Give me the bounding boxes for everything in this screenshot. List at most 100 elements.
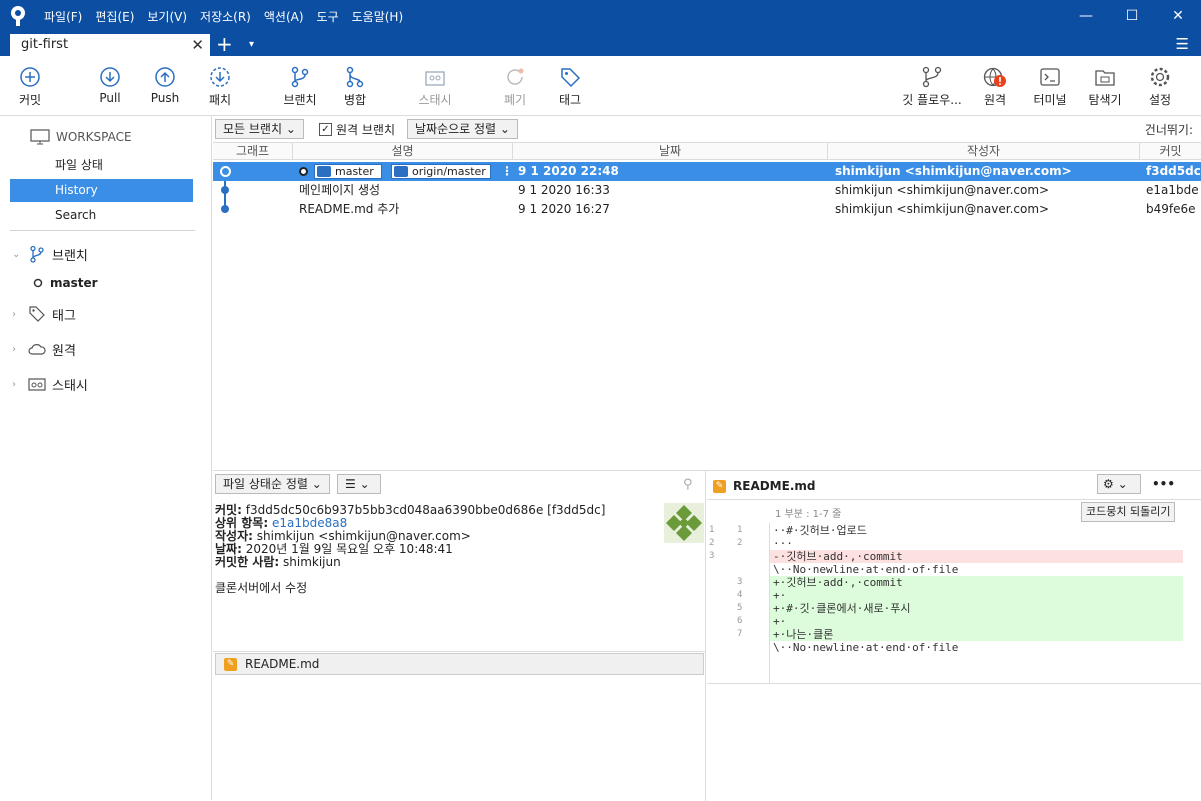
sidebar-item-file-status[interactable]: 파일 상태 xyxy=(10,154,193,177)
commit-hash: b49fe6e xyxy=(1146,202,1196,216)
menu-help[interactable]: 도움말(H) xyxy=(352,8,404,25)
stash-icon xyxy=(28,378,46,391)
all-branches-dropdown[interactable]: 모든 브랜치 ⌄ xyxy=(215,119,304,139)
sidebar-section-branches[interactable]: ⌄ 브랜치 xyxy=(12,244,88,264)
chevron-right-icon[interactable]: › xyxy=(12,379,22,390)
history-filter-bar: 모든 브랜치 ⌄ ✓ 원격 브랜치 날짜순으로 정렬 ⌄ 건너뛰기: xyxy=(213,116,1201,142)
diff-line: 5 +·#·깃·클론에서·새로·푸시 xyxy=(707,602,1183,615)
sidebar-section-stashes[interactable]: › 스태시 xyxy=(12,374,88,394)
view-options-dropdown[interactable]: ☰ ⌄ xyxy=(337,474,381,494)
col-author[interactable]: 작성자 xyxy=(828,143,1140,159)
commit-row[interactable]: README.md 추가 9 1 2020 16:27 shimkijun <s… xyxy=(213,200,1201,219)
chevron-right-icon[interactable]: › xyxy=(12,344,22,355)
commit-button[interactable]: 커밋 xyxy=(0,66,60,108)
sort-by-date-dropdown[interactable]: 날짜순으로 정렬 ⌄ xyxy=(407,119,518,139)
sidebar-section-tags[interactable]: › 태그 xyxy=(12,304,76,324)
hamburger-menu-icon[interactable]: ☰ xyxy=(1176,34,1189,54)
commit-row[interactable]: 메인페이지 생성 9 1 2020 16:33 shimkijun <shimk… xyxy=(213,181,1201,200)
remotes-label: 원격 xyxy=(52,343,76,359)
history-column-header: 그래프 설명 날짜 작성자 커밋 xyxy=(213,142,1201,160)
col-description[interactable]: 설명 xyxy=(293,143,513,159)
checkbox-checked-icon[interactable]: ✓ xyxy=(319,123,332,136)
chevron-right-icon[interactable]: › xyxy=(12,309,22,320)
stash-button[interactable]: 스태시 xyxy=(405,66,465,108)
merge-label: 병합 xyxy=(343,93,367,107)
col-graph[interactable]: 그래프 xyxy=(213,143,293,159)
sidebar-divider xyxy=(10,230,195,231)
modified-file-icon: ✎ xyxy=(713,479,726,493)
parent-label: 상위 항목: xyxy=(215,516,269,530)
commit-author: shimkijun <shimkijun@naver.com> xyxy=(835,164,1072,178)
terminal-button[interactable]: 터미널 xyxy=(1020,66,1080,108)
pull-button[interactable]: Pull xyxy=(80,66,140,105)
chevron-down-icon[interactable]: ⌄ xyxy=(12,249,22,260)
head-marker-icon xyxy=(299,167,308,176)
sidebar-item-history[interactable]: History xyxy=(10,179,193,202)
tag-label: 태그 xyxy=(558,93,582,107)
remote-button[interactable]: 원격 xyxy=(965,66,1025,108)
git-flow-label: 깃 플로우... xyxy=(902,93,962,107)
menu-file[interactable]: 파일(F) xyxy=(44,8,82,25)
settings-button[interactable]: 설정 xyxy=(1130,66,1190,108)
push-icon xyxy=(155,67,175,87)
diff-line: \··No·newline·at·end·of·file xyxy=(773,641,959,654)
diff-line: 2 2 ··· xyxy=(709,537,793,550)
branch-icon xyxy=(394,166,408,177)
minimize-button[interactable]: — xyxy=(1076,6,1096,26)
col-commit[interactable]: 커밋 xyxy=(1140,143,1201,159)
commit-description: README.md 추가 xyxy=(299,202,400,216)
revert-hunk-button[interactable]: 코드뭉치 되돌리기 xyxy=(1081,502,1176,522)
branch-tag-master[interactable]: master xyxy=(314,164,382,179)
commit-hash: e1a1bde xyxy=(1146,183,1199,197)
sidebar-section-remotes[interactable]: › 원격 xyxy=(12,339,76,359)
commit-details-panel: 파일 상태순 정렬 ⌄ ☰ ⌄ ⚲ 커밋: f3dd5dc50c6b937b5b… xyxy=(213,471,706,801)
menu-bar: 파일(F) 편집(E) 보기(V) 저장소(R) 액션(A) 도구 도움말(H) xyxy=(44,8,403,25)
commit-row[interactable]: master origin/master ⋮ 9 1 2020 22:48 sh… xyxy=(213,162,1201,181)
menu-edit[interactable]: 편집(E) xyxy=(95,8,134,25)
commit-hash: f3dd5dc xyxy=(1146,164,1201,178)
more-tags-icon[interactable]: ⋮ xyxy=(501,162,513,181)
branch-label: 브랜치 xyxy=(283,93,317,107)
tab-dropdown-icon[interactable]: ▾ xyxy=(249,34,254,56)
remote-globe-icon xyxy=(983,67,1006,87)
merge-button[interactable]: 병합 xyxy=(325,66,385,108)
discard-icon xyxy=(507,68,524,85)
graph-node-current xyxy=(220,166,231,177)
menu-actions[interactable]: 액션(A) xyxy=(264,8,304,25)
diff-file-header: ✎ README.md xyxy=(713,479,815,493)
branch-tag-origin-master[interactable]: origin/master xyxy=(391,164,491,179)
fetch-button[interactable]: 패치 xyxy=(190,66,250,108)
search-icon[interactable]: ⚲ xyxy=(683,477,693,492)
tab-git-first[interactable]: git-first ✕ xyxy=(10,34,210,56)
branches-label: 브랜치 xyxy=(52,248,88,264)
commit-description: 메인페이지 생성 xyxy=(299,183,381,197)
push-button[interactable]: Push xyxy=(135,66,195,105)
commit-author: shimkijun <shimkijun@naver.com> xyxy=(835,202,1050,216)
changed-file-row[interactable]: ✎ README.md xyxy=(215,653,704,675)
col-date[interactable]: 날짜 xyxy=(513,143,828,159)
tag-button[interactable]: 태그 xyxy=(540,66,600,108)
new-tab-button[interactable]: + xyxy=(216,32,233,56)
current-branch-icon xyxy=(33,278,43,288)
branch-item-master[interactable]: master xyxy=(32,273,98,293)
sidebar-item-search[interactable]: Search xyxy=(10,204,193,227)
file-status-sort-dropdown[interactable]: 파일 상태순 정렬 ⌄ xyxy=(215,474,330,494)
committer-value: shimkijun xyxy=(283,555,341,569)
branch-button[interactable]: 브랜치 xyxy=(270,66,330,108)
more-options-icon[interactable]: ••• xyxy=(1152,477,1175,491)
close-window-button[interactable]: ✕ xyxy=(1168,6,1188,26)
parent-hash-link[interactable]: e1a1bde8a8 xyxy=(272,516,347,530)
discard-button[interactable]: 폐기 xyxy=(485,66,545,108)
git-flow-button[interactable]: 깃 플로우... xyxy=(897,66,967,108)
committer-label: 커밋한 사람: xyxy=(215,555,280,569)
gear-icon xyxy=(1150,67,1170,87)
menu-tools[interactable]: 도구 xyxy=(317,8,339,25)
explorer-button[interactable]: 탐색기 xyxy=(1075,66,1135,108)
tag-icon xyxy=(561,68,581,88)
remote-branches-checkbox[interactable]: ✓ 원격 브랜치 xyxy=(319,121,395,138)
maximize-button[interactable]: ☐ xyxy=(1122,6,1142,26)
diff-settings-dropdown[interactable]: ⚙ ⌄ xyxy=(1097,474,1141,494)
menu-view[interactable]: 보기(V) xyxy=(147,8,187,25)
menu-repository[interactable]: 저장소(R) xyxy=(200,8,251,25)
tab-close-icon[interactable]: ✕ xyxy=(191,34,204,56)
